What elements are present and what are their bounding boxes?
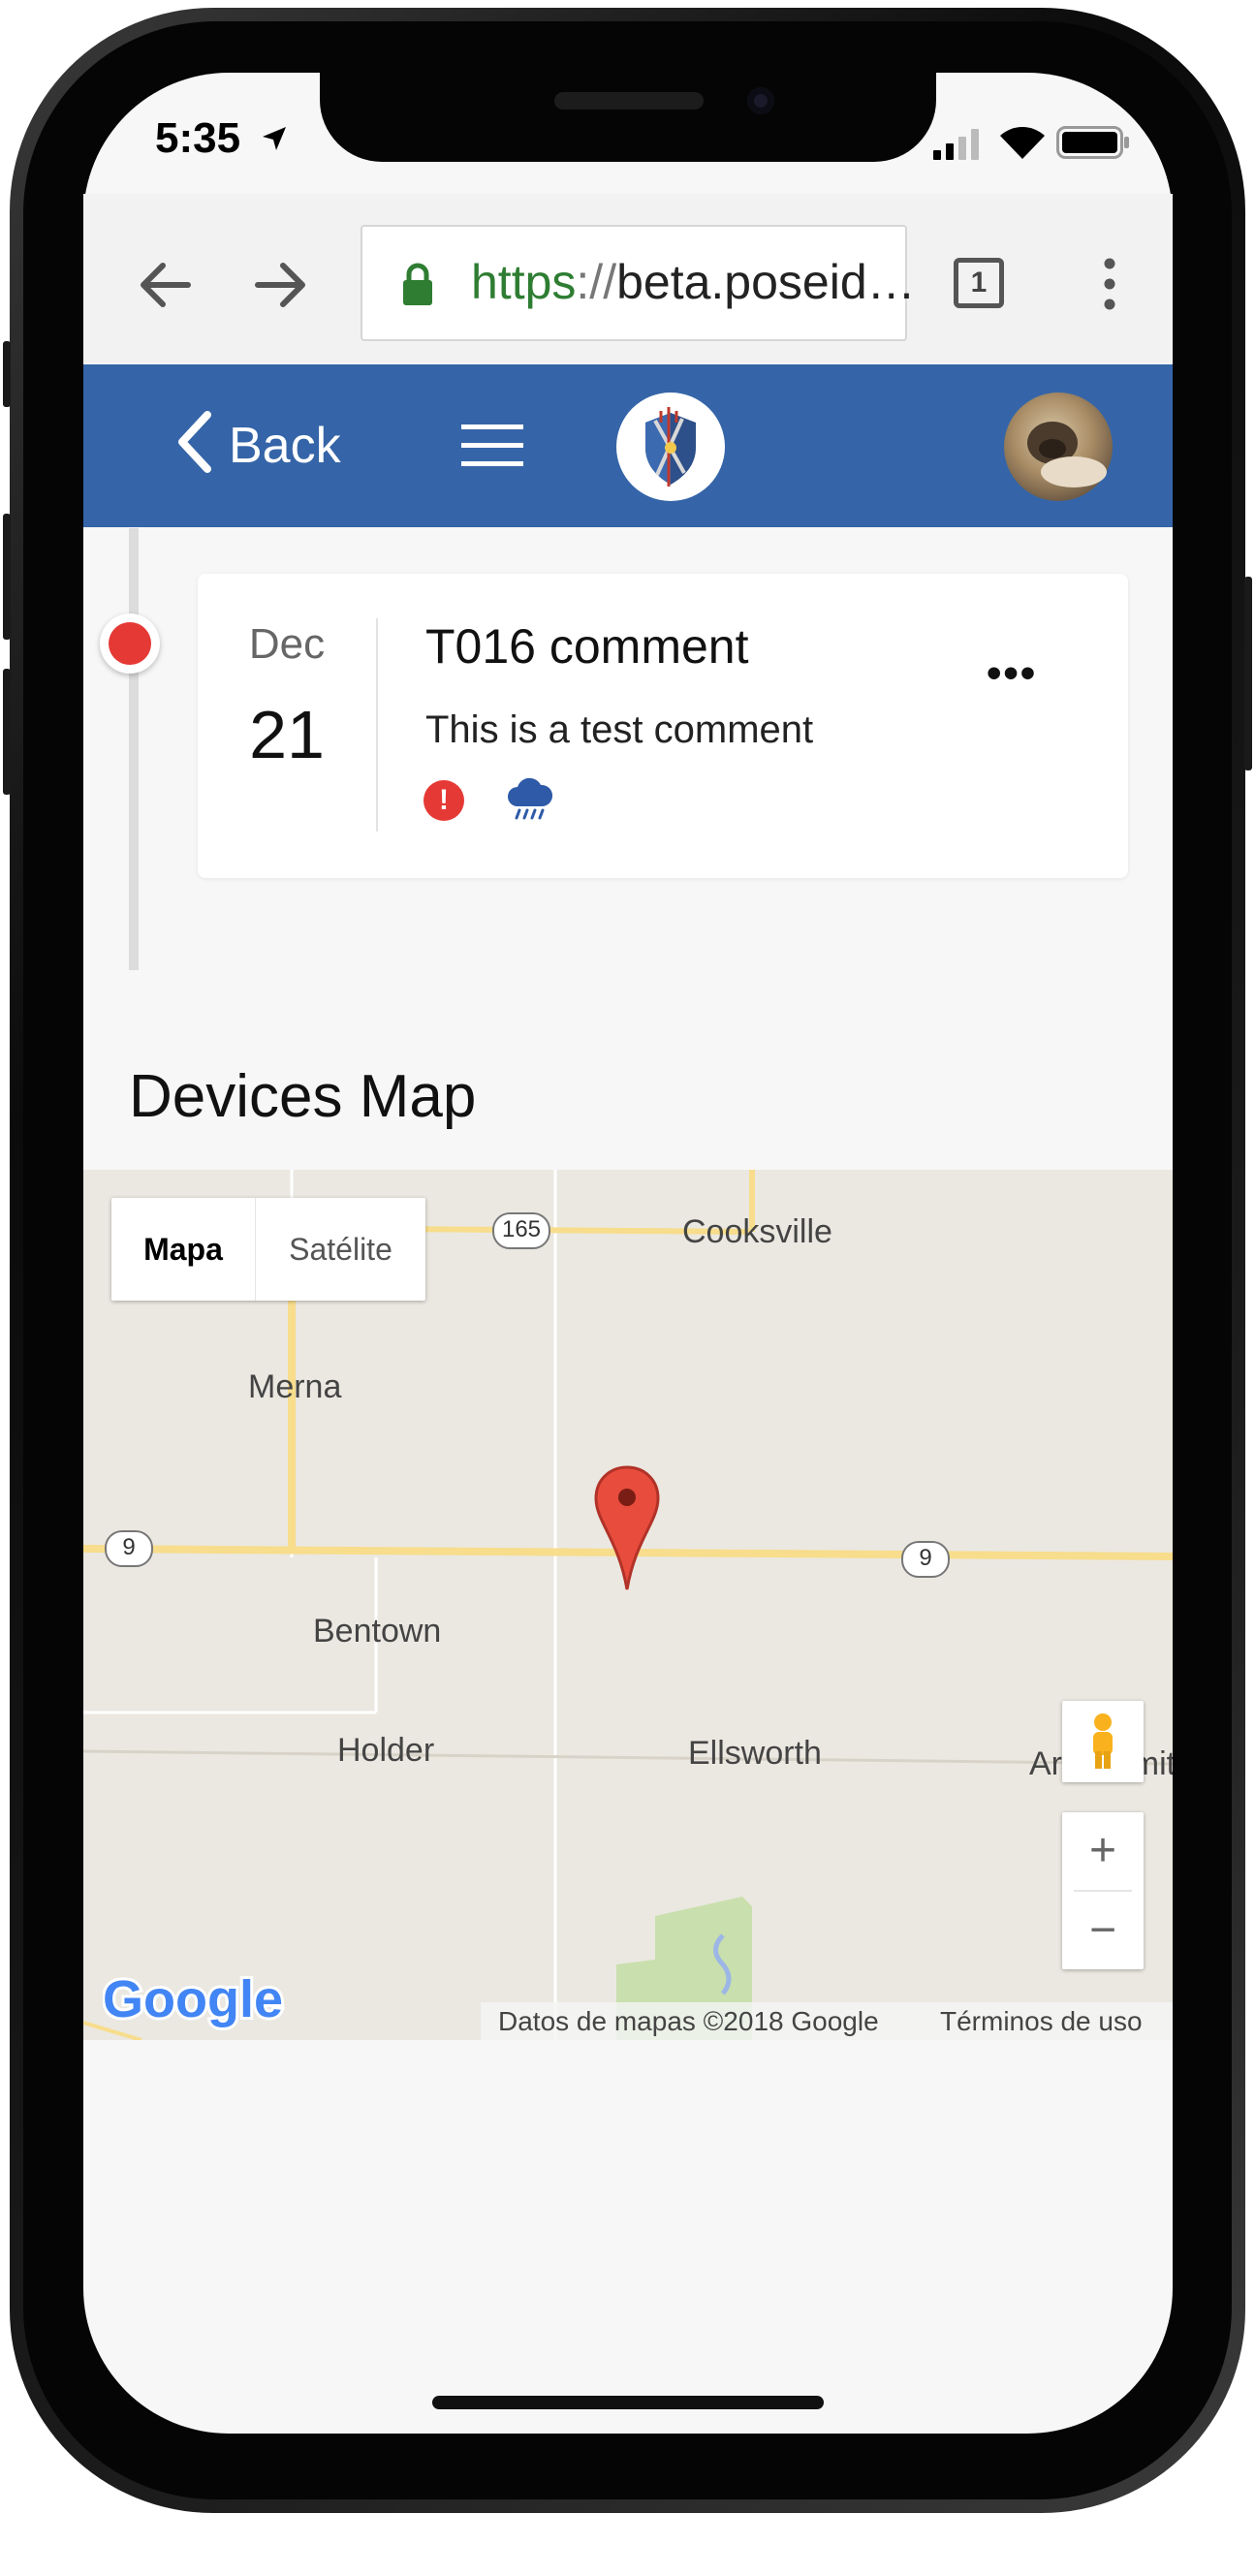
google-logo-icon: Google Google (103, 1970, 286, 2031)
place-holder: Holder (337, 1732, 435, 1769)
pegman-icon (1093, 1713, 1113, 1769)
map-terms-link[interactable]: Términos de uso (940, 2006, 1143, 2037)
url-host: beta.poseid… (616, 255, 916, 309)
earpiece-speaker (554, 92, 704, 110)
status-time: 5:35 (155, 114, 241, 162)
overflow-menu-icon[interactable] (1095, 258, 1124, 312)
front-camera (747, 87, 774, 114)
mute-switch (3, 341, 11, 407)
route-9-west-shield: 9 (105, 1530, 153, 1567)
home-indicator[interactable] (432, 2396, 824, 2409)
alert-icon: ! (424, 780, 464, 821)
power-button (1244, 577, 1252, 770)
url-text[interactable]: https://beta.poseid… (471, 254, 916, 310)
avatar-pug-image (1027, 422, 1107, 487)
map-type-control: Mapa Satélite (111, 1198, 425, 1301)
volume-up-button (3, 514, 11, 640)
place-cooksville: Cooksville (682, 1213, 832, 1250)
map-type-map-button[interactable]: Mapa (111, 1198, 256, 1301)
cellular-signal-icon (933, 129, 979, 160)
place-bentown: Bentown (313, 1613, 442, 1649)
volume-down-button (3, 669, 11, 795)
entry-month: Dec (248, 620, 326, 668)
devices-map-title: Devices Map (129, 1063, 477, 1130)
battery-icon (1056, 126, 1129, 159)
phone-notch (320, 73, 936, 162)
chevron-left-icon (178, 411, 211, 473)
zoom-in-button[interactable]: + (1062, 1812, 1144, 1890)
map-type-satellite-button[interactable]: Satélite (256, 1198, 425, 1301)
wifi-icon (1000, 127, 1045, 159)
place-merna: Merna (248, 1368, 342, 1405)
back-arrow-icon[interactable] (138, 260, 192, 310)
timeline-line (129, 528, 139, 970)
trident-shield-logo-icon (645, 407, 696, 487)
google-logo-text: Google (103, 1970, 283, 2028)
hamburger-menu-icon[interactable] (461, 424, 523, 467)
url-scheme: https (471, 255, 577, 309)
location-arrow-icon (263, 127, 286, 150)
forward-arrow-icon[interactable] (254, 260, 308, 310)
entry-body: This is a test comment (425, 708, 814, 751)
timeline-status-dot (100, 613, 160, 674)
street-view-button[interactable] (1062, 1701, 1144, 1782)
entry-day: 21 (249, 697, 325, 772)
zoom-control: + − (1062, 1812, 1144, 1969)
entry-title: T016 comment (425, 619, 749, 674)
map-attribution: Datos de mapas ©2018 Google (498, 2006, 879, 2036)
more-options-button[interactable]: ••• (987, 649, 1037, 698)
map-marker-icon[interactable] (593, 1465, 661, 1591)
url-separator: :// (576, 255, 617, 309)
tab-switcher-button[interactable]: 1 (954, 258, 1004, 308)
card-divider (376, 618, 378, 832)
zoom-out-button[interactable]: − (1062, 1892, 1144, 1969)
rain-cloud-icon (508, 777, 552, 820)
place-ellsworth: Ellsworth (688, 1735, 822, 1772)
back-label: Back (229, 418, 341, 474)
route-9-east-shield: 9 (901, 1541, 950, 1578)
map-attribution-bar: Datos de mapas ©2018 Google Términos de … (481, 2002, 1173, 2041)
tab-count: 1 (970, 267, 988, 298)
lock-icon (403, 263, 432, 305)
route-165-shield: 165 (492, 1212, 550, 1249)
